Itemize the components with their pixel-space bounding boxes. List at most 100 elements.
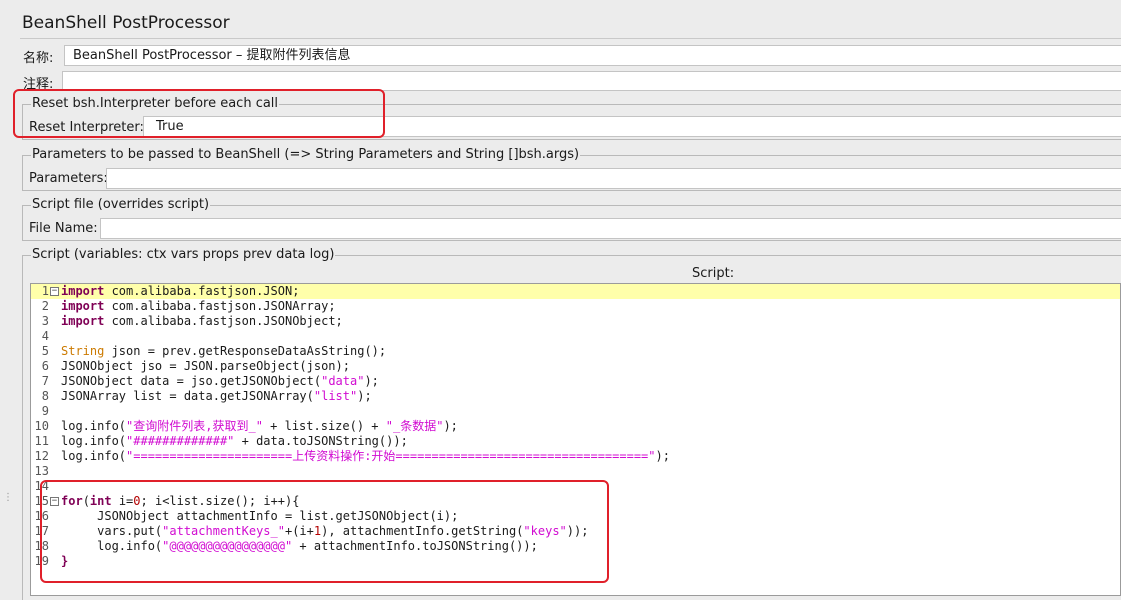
code-text: log.info("查询附件列表,获取到_" + list.size() + "… (61, 419, 458, 434)
code-token: for (61, 494, 83, 508)
code-token: ); (655, 449, 670, 463)
line-number: 4 (41, 329, 49, 343)
code-line[interactable]: 14 (31, 479, 1120, 494)
code-token: com.alibaba.fastjson.JSON; (104, 284, 300, 298)
code-token: int (89, 494, 112, 508)
code-text: String json = prev.getResponseDataAsStri… (61, 344, 386, 359)
code-text: import com.alibaba.fastjson.JSONArray; (61, 299, 336, 314)
code-token: log.info( (61, 449, 127, 463)
reset-group-title: Reset bsh.Interpreter before each call (31, 96, 280, 112)
line-number: 15 (34, 494, 49, 508)
code-text: JSONArray list = data.getJSONArray("list… (61, 389, 372, 404)
code-line[interactable]: 13 (31, 464, 1120, 479)
code-token: "======================上传资料操作:开始========… (126, 449, 656, 463)
code-token: import (61, 314, 105, 328)
code-token: } (61, 554, 69, 568)
code-line[interactable]: 8 JSONArray list = data.getJSONArray("lis… (31, 389, 1120, 404)
script-group-title: Script (variables: ctx vars props prev d… (31, 247, 336, 263)
code-line[interactable]: 12 log.info("======================上传资料操作… (31, 449, 1120, 464)
code-token: 0 (133, 494, 141, 508)
code-line[interactable]: 15− for(int i=0; i<list.size(); i++){ (31, 494, 1120, 509)
line-number: 9 (41, 404, 49, 418)
fold-collapse-icon[interactable]: − (50, 287, 59, 296)
name-input[interactable]: BeanShell PostProcessor – 提取附件列表信息 (64, 45, 1121, 66)
code-line[interactable]: 1− import com.alibaba.fastjson.JSON; (31, 284, 1120, 299)
line-number: 16 (34, 509, 49, 523)
code-text: for(int i=0; i<list.size(); i++){ (61, 494, 299, 509)
code-token: + attachmentInfo.toJSONString()); (292, 539, 538, 553)
file-name-label: File Name: (29, 221, 98, 236)
code-token: "查询附件列表,获取到_" (126, 419, 263, 433)
code-line[interactable]: 5 String json = prev.getResponseDataAsStr… (31, 344, 1120, 359)
code-line[interactable]: 4 (31, 329, 1120, 344)
code-text: import com.alibaba.fastjson.JSONObject; (61, 314, 343, 329)
code-line[interactable]: 3 import com.alibaba.fastjson.JSONObject; (31, 314, 1120, 329)
code-token: JSONObject jso = JSON.parseObject(json); (61, 359, 350, 373)
line-number: 12 (34, 449, 49, 463)
code-token: ); (443, 419, 458, 433)
reset-interpreter-label: Reset Interpreter: (29, 120, 144, 135)
title-separator (20, 38, 1121, 39)
code-line[interactable]: 16 JSONObject attachmentInfo = list.getJ… (31, 509, 1120, 524)
code-text: log.info("#############" + data.toJSONSt… (61, 434, 408, 449)
code-token: log.info( (61, 539, 163, 553)
code-text: JSONObject attachmentInfo = list.getJSON… (61, 509, 458, 524)
line-number: 1 (41, 284, 49, 298)
code-text: vars.put("attachmentKeys_"+(i+1), attach… (61, 524, 588, 539)
code-token: )); (566, 524, 589, 538)
code-token: ; i<list.size(); i++){ (140, 494, 300, 508)
reset-interpreter-field[interactable]: True (143, 116, 1121, 137)
code-token: log.info( (61, 434, 127, 448)
code-line[interactable]: 11 log.info("#############" + data.toJSON… (31, 434, 1120, 449)
code-text: JSONObject data = jso.getJSONObject("dat… (61, 374, 379, 389)
script-label: Script: (692, 266, 735, 281)
comment-label: 注释: (23, 77, 54, 92)
script-file-group-title: Script file (overrides script) (31, 197, 211, 213)
code-token: JSONArray list = data.getJSONArray( (61, 389, 314, 403)
code-line[interactable]: 17 vars.put("attachmentKeys_"+(i+1), att… (31, 524, 1120, 539)
line-number: 10 (34, 419, 49, 433)
file-name-input[interactable] (100, 218, 1121, 239)
parameters-input[interactable] (106, 168, 1121, 189)
parameters-label: Parameters: (29, 171, 108, 186)
line-number: 17 (34, 524, 49, 538)
code-token: "@@@@@@@@@@@@@@@@" (162, 539, 293, 553)
script-editor[interactable]: 1− import com.alibaba.fastjson.JSON; 2 impo… (30, 283, 1121, 596)
code-token: i= (111, 494, 134, 508)
code-token: "attachmentKeys_" (162, 524, 285, 538)
code-token: ), attachmentInfo.getString( (321, 524, 524, 538)
code-token: "keys" (523, 524, 567, 538)
line-number: 13 (34, 464, 49, 478)
code-token: com.alibaba.fastjson.JSONArray; (104, 299, 336, 313)
name-label: 名称: (23, 51, 54, 66)
code-token: "data" (321, 374, 365, 388)
code-token: "list" (313, 389, 358, 403)
line-number: 8 (41, 389, 49, 403)
code-line[interactable]: 10 log.info("查询附件列表,获取到_" + list.size() +… (31, 419, 1120, 434)
code-token: +(i+ (284, 524, 314, 538)
code-token: import (61, 299, 105, 313)
code-line[interactable]: 7 JSONObject data = jso.getJSONObject("da… (31, 374, 1120, 389)
line-number: 11 (34, 434, 49, 448)
fold-collapse-icon[interactable]: − (50, 497, 59, 506)
line-number: 5 (41, 344, 49, 358)
comment-input[interactable] (62, 71, 1121, 91)
line-number: 14 (34, 479, 49, 493)
splitter-handle-icon[interactable]: ⋮ (3, 492, 13, 503)
code-token: String (61, 344, 105, 358)
code-token: JSONObject data = jso.getJSONObject( (61, 374, 322, 388)
code-line[interactable]: 19} (31, 554, 1120, 569)
code-line[interactable]: 6 JSONObject jso = JSON.parseObject(json)… (31, 359, 1120, 374)
code-token: ( (82, 494, 90, 508)
code-token: + data.toJSONString()); (234, 434, 408, 448)
code-token: com.alibaba.fastjson.JSONObject; (104, 314, 343, 328)
code-token: JSONObject attachmentInfo = list.getJSON… (61, 509, 459, 523)
code-token: json = prev.getResponseDataAsString(); (104, 344, 387, 358)
code-line[interactable]: 18 log.info("@@@@@@@@@@@@@@@@" + attachm… (31, 539, 1120, 554)
code-text: } (61, 554, 68, 569)
code-token: import (61, 284, 105, 298)
code-line[interactable]: 9 (31, 404, 1120, 419)
code-line[interactable]: 2 import com.alibaba.fastjson.JSONArray; (31, 299, 1120, 314)
code-text: log.info("======================上传资料操作:开… (61, 449, 670, 464)
line-number: 7 (41, 374, 49, 388)
